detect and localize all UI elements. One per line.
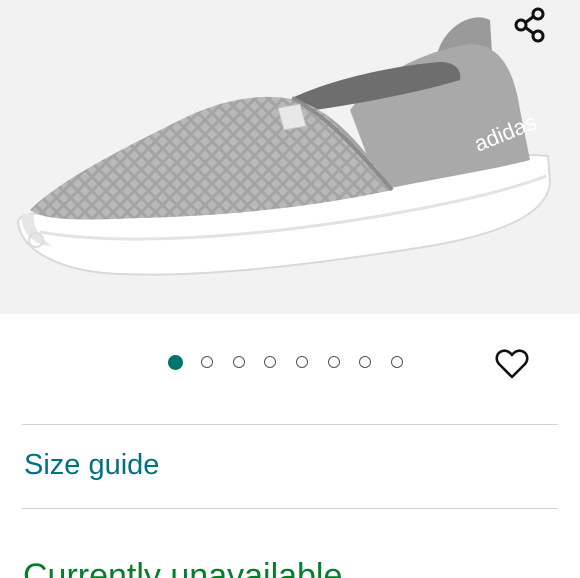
pagination-dot[interactable] — [391, 356, 404, 368]
availability-status: Currently unavailable — [23, 557, 343, 578]
add-to-wishlist-button[interactable] — [491, 344, 533, 384]
pagination-dot[interactable] — [264, 356, 277, 368]
image-pagination-dots[interactable] — [168, 352, 404, 372]
pagination-dot[interactable] — [327, 356, 340, 368]
product-image-carousel[interactable]: adidas — [0, 0, 580, 314]
pagination-dot-active[interactable] — [168, 354, 183, 370]
size-guide-link[interactable]: Size guide — [24, 446, 159, 484]
share-icon — [514, 7, 545, 43]
pagination-dot[interactable] — [296, 356, 309, 368]
heart-outline-icon — [495, 349, 529, 379]
product-detail-screen: adidas Size guide Currently unavailable — [0, 0, 580, 578]
pagination-dot[interactable] — [201, 356, 213, 368]
divider — [22, 424, 558, 425]
pagination-dot[interactable] — [359, 356, 372, 368]
share-button[interactable] — [506, 3, 554, 47]
divider — [22, 508, 558, 509]
pagination-dot[interactable] — [232, 356, 245, 368]
product-image: adidas — [16, 17, 552, 276]
